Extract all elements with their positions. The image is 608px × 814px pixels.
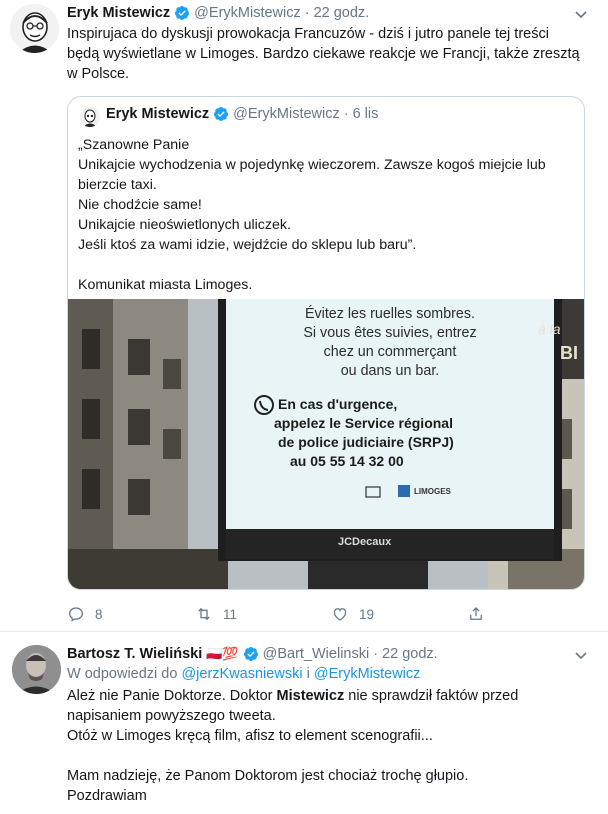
avatar[interactable]: [12, 645, 61, 694]
tweet-text: Ależ nie Panie Doktorze. Doktor Mistewic…: [67, 686, 597, 806]
sign-urgent-line: appelez le Service régional: [274, 415, 453, 431]
tweet-text-line: Otóż w Limoges kręcą film, afisz to elem…: [67, 728, 433, 744]
avatar-photo-icon: [12, 645, 61, 694]
quoted-author-name: Eryk Mistewicz: [106, 106, 210, 122]
retweet-icon: [198, 607, 210, 621]
tweet-eryk[interactable]: Eryk Mistewicz @ErykMistewicz · 22 godz.…: [0, 0, 608, 632]
tweet-header: Bartosz T. Wieliński 🇵🇱💯 @Bart_Wielinski…: [67, 646, 438, 662]
quoted-text-line: Komunikat miasta Limoges.: [78, 277, 253, 293]
quoted-header: Eryk Mistewicz @ErykMistewicz · 6 lis: [106, 106, 378, 122]
reply-prefix: W odpowiedzi do: [67, 666, 178, 682]
retweet-count: 11: [223, 606, 238, 622]
reply-button[interactable]: 8: [67, 605, 195, 623]
tweet-text-line: napisaniem powyższego tweeta.: [67, 708, 276, 724]
tweet-text-line: Ależ nie Panie Doktorze. Doktor Mistewic…: [67, 686, 597, 706]
reply-context: W odpowiedzi do @jerzKwasniewski i @Eryk…: [67, 666, 420, 682]
separator-dot: ·: [304, 5, 310, 21]
verified-badge-icon: [243, 646, 259, 662]
reply-count: 8: [95, 606, 103, 622]
text-fragment: nie sprawdził faktów przed: [348, 688, 519, 704]
author-handle[interactable]: @Bart_Wielinski: [263, 646, 370, 662]
quoted-tweet[interactable]: Eryk Mistewicz @ErykMistewicz · 6 lis „S…: [67, 96, 585, 590]
chevron-down-icon[interactable]: [574, 7, 588, 21]
quoted-text-line: Jeśli ktoś za wami idzie, wejdźcie do sk…: [78, 237, 417, 253]
like-count: 19: [359, 606, 375, 622]
sign-line: Évitez les ruelles sombres.: [304, 306, 476, 322]
sign-urgent-line: au 05 55 14 32 00: [290, 453, 404, 469]
author-name[interactable]: Bartosz T. Wieliński: [67, 646, 202, 662]
chevron-down-icon[interactable]: [574, 648, 588, 662]
avatar[interactable]: [10, 4, 59, 53]
quoted-author-handle: @ErykMistewicz: [233, 106, 340, 122]
billboard-brand: JCDecaux: [338, 536, 392, 548]
tweet-text-line: Pozdrawiam: [67, 788, 147, 804]
quoted-avatar-illustration-icon: [80, 107, 100, 127]
mention-link[interactable]: @jerzKwasniewski: [181, 666, 302, 682]
quoted-text-line: Nie chodźcie same!: [78, 197, 202, 213]
shop-sign: à la: [538, 321, 561, 337]
quoted-text-line: Unikajcie wychodzenia w pojedynkę wieczo…: [78, 157, 546, 173]
like-button[interactable]: 19: [331, 605, 467, 623]
mention-link[interactable]: @ErykMistewicz: [314, 666, 421, 682]
verified-badge-icon: [174, 5, 190, 21]
sign-line: chez un commerçant: [323, 344, 457, 360]
quoted-time: 6 lis: [352, 106, 379, 122]
sign-urgent-line: de police judiciaire (SRPJ): [278, 434, 454, 450]
quoted-text: „Szanowne Panie Unikajcie wychodzenia w …: [78, 135, 578, 295]
author-emoji: 🇵🇱💯: [206, 646, 239, 661]
tweet-text-line: Mam nadzieję, że Panom Doktorom jest cho…: [67, 768, 469, 784]
sign-line: Si vous êtes suivies, entrez: [303, 325, 477, 341]
quoted-text-line: „Szanowne Panie: [78, 137, 190, 153]
highlighted-term: Mistewicz: [276, 688, 345, 704]
sign-logo-text: LIMOGES: [414, 487, 451, 496]
quoted-avatar: [80, 107, 100, 127]
avatar-illustration-icon: [10, 4, 59, 53]
tweet-text-line-blank: [67, 746, 597, 766]
tweet-time[interactable]: 22 godz.: [314, 5, 370, 21]
heart-icon: [333, 608, 347, 621]
verified-badge-icon: [213, 106, 229, 122]
reply-icon: [68, 607, 84, 622]
retweet-button[interactable]: 11: [195, 605, 331, 623]
text-fragment: Ależ nie Panie Doktorze. Doktor: [67, 688, 273, 704]
tweet-actions: 8 11 19: [67, 602, 497, 626]
quoted-text-line: bierzcie taxi.: [78, 177, 157, 193]
quoted-text-line-blank: [78, 255, 578, 275]
billboard-sign-text: Évitez les ruelles sombres. Si vous êtes…: [226, 299, 554, 529]
tweet-header: Eryk Mistewicz @ErykMistewicz · 22 godz.: [67, 5, 369, 21]
separator-dot: ·: [373, 646, 379, 662]
separator-dot: ·: [343, 106, 349, 122]
tweet-text: Inspirujaca do dyskusji prowokacja Franc…: [67, 24, 597, 84]
tweet-time[interactable]: 22 godz.: [382, 646, 438, 662]
author-handle[interactable]: @ErykMistewicz: [194, 5, 301, 21]
reply-and: i: [306, 666, 310, 682]
share-button[interactable]: [467, 605, 485, 623]
tweet-text-line: będą wyświetlane w Limoges. Bardzo cieka…: [67, 46, 580, 62]
sign-urgent-line: En cas d'urgence,: [278, 396, 398, 412]
tweet-photo[interactable]: Évitez les ruelles sombres. Si vous êtes…: [68, 299, 584, 589]
author-name[interactable]: Eryk Mistewicz: [67, 5, 170, 21]
shop-sign: BI: [560, 343, 578, 363]
sign-line: ou dans un bar.: [340, 363, 440, 379]
quoted-text-line: Unikajcie nieoświetlonych uliczek.: [78, 217, 291, 233]
tweet-text-line: Inspirujaca do dyskusji prowokacja Franc…: [67, 26, 549, 42]
tweet-text-line: w Polsce.: [67, 66, 130, 82]
share-icon: [470, 607, 482, 620]
